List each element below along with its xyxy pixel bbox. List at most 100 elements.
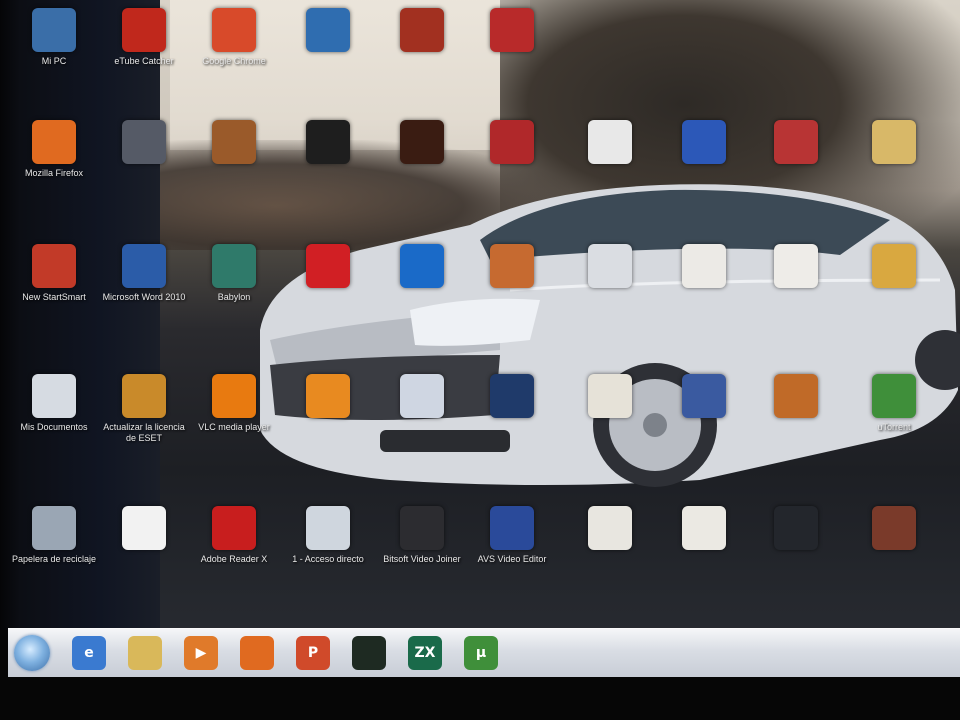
- desktop-icon[interactable]: Actualizar la licencia de ESET: [98, 374, 190, 444]
- media-player-icon[interactable]: ▶: [184, 636, 218, 670]
- shortcut-icon: [306, 506, 350, 550]
- desktop-icon[interactable]: [376, 120, 468, 168]
- desktop-icon[interactable]: [848, 244, 940, 292]
- babylon-icon: [212, 244, 256, 288]
- word-icon: [122, 244, 166, 288]
- desktop-icon[interactable]: [658, 120, 750, 168]
- desktop-icon[interactable]: [564, 120, 656, 168]
- desktop-icon[interactable]: [750, 244, 842, 292]
- desktop-icon[interactable]: uTorrent: [848, 374, 940, 433]
- internet-explorer-icon[interactable]: e: [72, 636, 106, 670]
- app-icon: [774, 374, 818, 418]
- desktop-icon[interactable]: Babylon: [188, 244, 280, 303]
- firefox-icon[interactable]: [240, 636, 274, 670]
- desktop-icon[interactable]: Microsoft Word 2010: [98, 244, 190, 303]
- desktop-icon[interactable]: [750, 120, 842, 168]
- media-icon: [490, 244, 534, 288]
- desktop-icon[interactable]: [282, 120, 374, 168]
- desktop-icon[interactable]: [188, 120, 280, 168]
- avs-icon: [490, 506, 534, 550]
- video-joiner-icon: [400, 506, 444, 550]
- app-icon: [212, 120, 256, 164]
- desktop-icon[interactable]: [750, 374, 842, 422]
- desktop-icon-label: Bitsoft Video Joiner: [383, 554, 461, 564]
- desktop-icon-label: Actualizar la licencia de ESET: [103, 422, 185, 443]
- app-icon[interactable]: ZX: [408, 636, 442, 670]
- recycle-bin-icon: [32, 506, 76, 550]
- folder-icon[interactable]: [128, 636, 162, 670]
- xbox-icon[interactable]: [352, 636, 386, 670]
- desktop-icon-label: AVS Video Editor: [477, 554, 547, 564]
- app-icon: [400, 374, 444, 418]
- desktop-icon-label: Adobe Reader X: [200, 554, 268, 564]
- desktop-icon[interactable]: [658, 506, 750, 554]
- wallpaper-car: [260, 184, 960, 487]
- desktop-icon[interactable]: eTube Catcher: [98, 8, 190, 67]
- gear-icon: [490, 374, 534, 418]
- app-icon: [682, 120, 726, 164]
- desktop-icon[interactable]: [466, 120, 558, 168]
- app-icon: [400, 8, 444, 52]
- utorrent-icon[interactable]: µ: [464, 636, 498, 670]
- desktop-icon[interactable]: VLC media player: [188, 374, 280, 433]
- desktop-icon[interactable]: [848, 120, 940, 168]
- desktop-icon[interactable]: [848, 506, 940, 554]
- desktop-icon[interactable]: [282, 8, 374, 56]
- desktop-icon[interactable]: [282, 244, 374, 292]
- utorrent-icon: [872, 374, 916, 418]
- desktop-icon[interactable]: Mozilla Firefox: [8, 120, 100, 179]
- desktop-icon[interactable]: Bitsoft Video Joiner: [376, 506, 468, 565]
- adobe-reader-icon: [212, 506, 256, 550]
- desktop-icon[interactable]: [466, 374, 558, 422]
- desktop-icon-label: Google Chrome: [202, 56, 266, 66]
- nero-icon: [32, 244, 76, 288]
- desktop-icon[interactable]: AVS Video Editor: [466, 506, 558, 565]
- computer-icon: [32, 8, 76, 52]
- chrome-icon: [212, 8, 256, 52]
- video-icon: [774, 506, 818, 550]
- document-icon: [588, 120, 632, 164]
- desktop-icon-label: eTube Catcher: [114, 56, 174, 66]
- desktop-icon-label: VLC media player: [198, 422, 270, 432]
- document-icon: [682, 244, 726, 288]
- desktop-icon-label: 1 - Acceso directo: [292, 554, 364, 564]
- start-button[interactable]: [14, 635, 50, 671]
- desktop-icon[interactable]: [376, 374, 468, 422]
- desktop-icon[interactable]: [376, 8, 468, 56]
- firefox-icon: [32, 120, 76, 164]
- desktop-icon[interactable]: [750, 506, 842, 554]
- desktop-icon-label: Babylon: [217, 292, 251, 302]
- desktop-icon[interactable]: New StartSmart: [8, 244, 100, 303]
- etube-icon: [122, 8, 166, 52]
- desktop-icon[interactable]: [564, 244, 656, 292]
- app-icon: [490, 120, 534, 164]
- desktop-icon[interactable]: [658, 244, 750, 292]
- desktop-icon-label: Microsoft Word 2010: [102, 292, 186, 302]
- desktop-icon[interactable]: Mis Documentos: [8, 374, 100, 433]
- powerpoint-icon[interactable]: P: [296, 636, 330, 670]
- music-icon: [400, 244, 444, 288]
- desktop-icon-label: New StartSmart: [22, 292, 86, 302]
- desktop-icon[interactable]: [564, 506, 656, 554]
- vlc-icon: [306, 374, 350, 418]
- desktop-icon[interactable]: 1 - Acceso directo: [282, 506, 374, 565]
- desktop-icon[interactable]: Adobe Reader X: [188, 506, 280, 565]
- folder-icon: [872, 120, 916, 164]
- app-icon: [490, 8, 534, 52]
- desktop-icon[interactable]: Google Chrome: [188, 8, 280, 67]
- desktop-icon[interactable]: [658, 374, 750, 422]
- desktop-icon[interactable]: Mi PC: [8, 8, 100, 67]
- desktop-icon[interactable]: [564, 374, 656, 422]
- desktop-icon[interactable]: [98, 120, 190, 168]
- desktop-icon[interactable]: [282, 374, 374, 422]
- document-icon: [682, 506, 726, 550]
- desktop[interactable]: Mi PC eTube Catcher Google Chrome Mozilla F…: [0, 0, 960, 630]
- desktop-icon[interactable]: Papelera de reciclaje: [8, 506, 100, 565]
- desktop-icon[interactable]: [466, 244, 558, 292]
- desktop-icon[interactable]: [98, 506, 190, 554]
- desktop-icon-label: Mozilla Firefox: [24, 168, 83, 178]
- desktop-icon[interactable]: [376, 244, 468, 292]
- desktop-icon[interactable]: [466, 8, 558, 56]
- vlc-icon: [212, 374, 256, 418]
- desktop-icon-label: uTorrent: [877, 422, 911, 432]
